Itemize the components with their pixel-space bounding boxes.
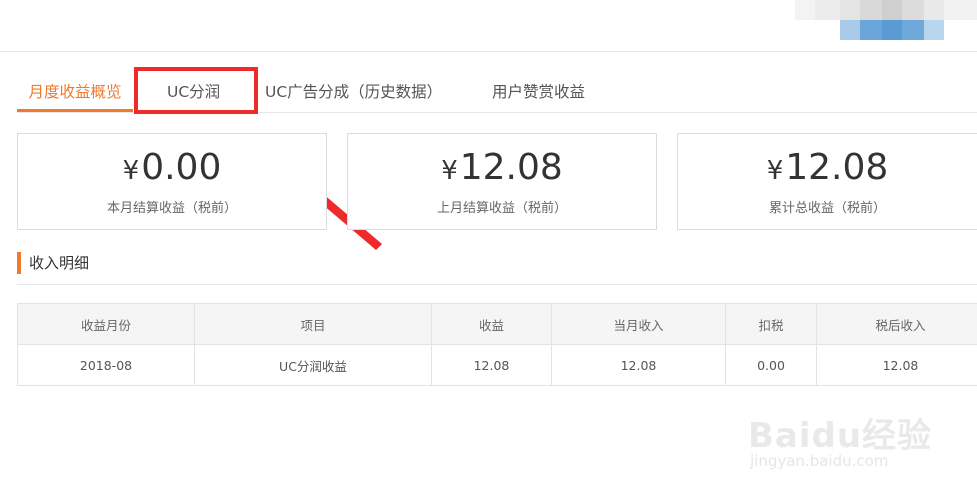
table-cell: 2018-08 bbox=[17, 344, 195, 386]
card-label: 本月结算收益（税前） bbox=[106, 201, 237, 216]
section-title-income-detail: 收入明细 bbox=[17, 252, 89, 274]
table-cell: 12.08 bbox=[431, 344, 552, 386]
column-header: 收益月份 bbox=[17, 303, 195, 345]
blurred-user-avatar-lower bbox=[795, 20, 977, 71]
income-detail-table: 收益月份 项目 收益 当月收入 扣税 税后收入 2018-08 UC分润收益 1… bbox=[17, 303, 977, 386]
card-label: 上月结算收益（税前） bbox=[436, 201, 567, 216]
card-amount: ¥12.08 bbox=[766, 147, 889, 188]
tab-user-tips[interactable]: 用户赞赏收益 bbox=[492, 66, 585, 112]
card-total-income: ¥12.08 累计总收益（税前） bbox=[677, 133, 977, 230]
column-header: 项目 bbox=[194, 303, 432, 345]
column-header: 税后收入 bbox=[816, 303, 977, 345]
table-cell: 12.08 bbox=[816, 344, 977, 386]
watermark-brand: Baidu经验 bbox=[748, 416, 933, 456]
card-amount: ¥12.08 bbox=[441, 147, 563, 188]
section-divider bbox=[17, 284, 977, 285]
card-label: 累计总收益（税前） bbox=[768, 201, 886, 216]
table-cell: 0.00 bbox=[725, 344, 817, 386]
table-row: 2018-08 UC分润收益 12.08 12.08 0.00 12.08 bbox=[17, 344, 977, 386]
card-last-month-income: ¥12.08 上月结算收益（税前） bbox=[347, 133, 657, 230]
column-header: 收益 bbox=[431, 303, 552, 345]
card-amount: ¥0.00 bbox=[122, 147, 222, 188]
watermark-url: jingyan.baidu.com bbox=[750, 452, 889, 470]
income-tabs: 月度收益概览 UC分润 UC广告分成（历史数据） 用户赞赏收益 bbox=[17, 66, 977, 113]
column-header: 当月收入 bbox=[551, 303, 726, 345]
tab-uc-profit-share[interactable]: UC分润 bbox=[167, 66, 220, 112]
tab-monthly-overview[interactable]: 月度收益概览 bbox=[17, 66, 133, 112]
tab-uc-ad-share-history[interactable]: UC广告分成（历史数据） bbox=[265, 66, 442, 112]
column-header: 扣税 bbox=[725, 303, 817, 345]
card-this-month-income: ¥0.00 本月结算收益（税前） bbox=[17, 133, 327, 230]
baidu-jingyan-watermark: Baidu经验 jingyan.baidu.com bbox=[748, 388, 948, 488]
top-header-bar bbox=[0, 0, 977, 52]
table-cell: 12.08 bbox=[551, 344, 726, 386]
table-cell: UC分润收益 bbox=[194, 344, 432, 386]
table-header-row: 收益月份 项目 收益 当月收入 扣税 税后收入 bbox=[17, 303, 977, 345]
